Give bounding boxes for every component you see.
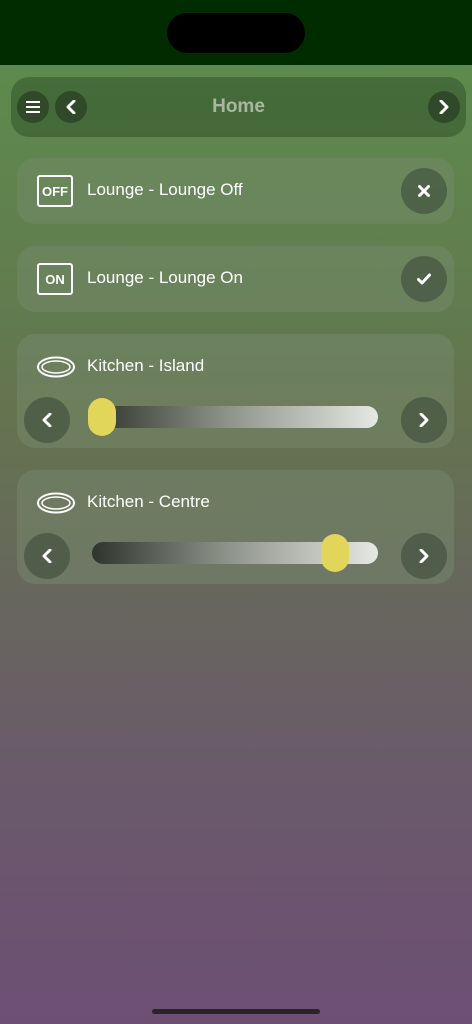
forward-button[interactable]: [428, 91, 460, 123]
ceiling-light-icon: [37, 356, 75, 378]
checkmark-icon: [417, 273, 431, 285]
scene-on-button[interactable]: [401, 256, 447, 302]
light-label: Kitchen - Centre: [87, 492, 210, 511]
header-bar: Home: [11, 77, 466, 137]
light-card-kitchen-island: Kitchen - Island: [17, 334, 454, 448]
decrease-brightness-button[interactable]: [24, 397, 70, 443]
status-bar: [0, 0, 472, 65]
slider-thumb[interactable]: [88, 398, 116, 436]
brightness-slider[interactable]: [88, 398, 378, 436]
scene-card-lounge-off[interactable]: OFF Lounge - Lounge Off: [17, 158, 454, 224]
increase-brightness-button[interactable]: [401, 397, 447, 443]
home-indicator[interactable]: [152, 1009, 320, 1014]
off-badge-icon: OFF: [37, 175, 73, 207]
light-card-kitchen-centre: Kitchen - Centre: [17, 470, 454, 584]
chevron-right-icon: [439, 100, 449, 114]
chevron-left-icon: [42, 549, 52, 563]
scene-off-button[interactable]: [401, 168, 447, 214]
light-label: Kitchen - Island: [87, 356, 205, 375]
page-title: Home: [212, 96, 265, 117]
camera-notch: [167, 13, 305, 53]
scene-label: Lounge - Lounge Off: [87, 180, 243, 199]
increase-brightness-button[interactable]: [401, 533, 447, 579]
scene-label: Lounge - Lounge On: [87, 268, 243, 287]
brightness-slider[interactable]: [92, 534, 378, 572]
slider-thumb[interactable]: [320, 534, 349, 572]
decrease-brightness-button[interactable]: [24, 533, 70, 579]
scene-card-lounge-on[interactable]: ON Lounge - Lounge On: [17, 246, 454, 312]
chevron-right-icon: [419, 549, 429, 563]
on-badge-icon: ON: [37, 263, 73, 295]
chevron-right-icon: [419, 413, 429, 427]
ceiling-light-icon: [37, 492, 75, 514]
close-icon: [418, 185, 430, 197]
chevron-left-icon: [42, 413, 52, 427]
